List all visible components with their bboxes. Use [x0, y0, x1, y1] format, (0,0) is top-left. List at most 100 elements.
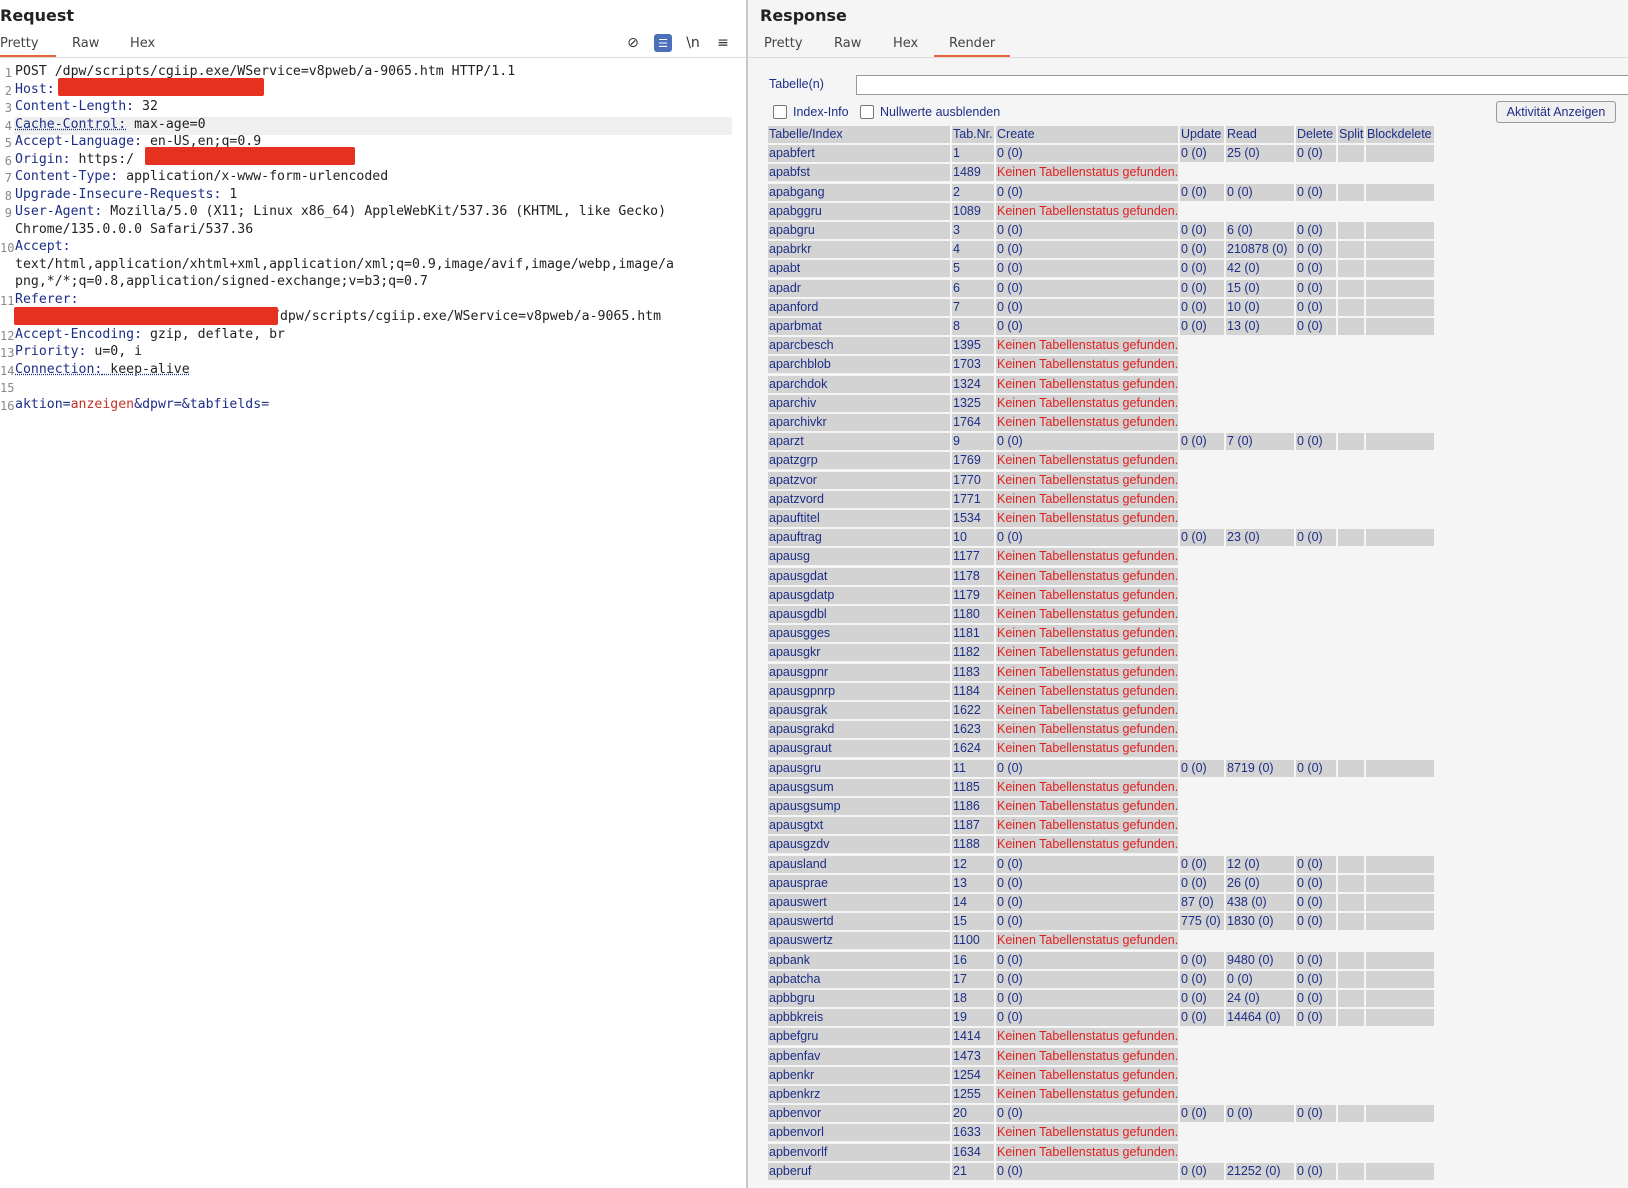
- split-cell: [1338, 894, 1364, 911]
- status-error-cell: Keinen Tabellenstatus gefunden.: [996, 932, 1178, 950]
- menu-icon[interactable]: ≡: [712, 32, 734, 54]
- param-separator: =: [173, 396, 182, 412]
- table-name-cell: apausgtxt: [768, 817, 950, 835]
- tab-nr-cell: 1489: [952, 164, 994, 182]
- table-input[interactable]: [856, 75, 1628, 95]
- status-error-cell: Keinen Tabellenstatus gefunden.: [996, 817, 1178, 835]
- index-info-checkbox[interactable]: [773, 105, 787, 119]
- status-error-cell: Keinen Tabellenstatus gefunden.: [996, 375, 1178, 393]
- tab-nr-cell: 14: [952, 894, 994, 911]
- table-name-cell: apabfst: [768, 164, 950, 182]
- read-cell: 210878 (0): [1226, 241, 1294, 259]
- tab-render[interactable]: Render: [949, 36, 995, 51]
- delete-cell: 0 (0): [1296, 913, 1336, 931]
- blockdelete-cell: [1366, 1162, 1434, 1180]
- tab-nr-cell: 1473: [952, 1047, 994, 1065]
- update-cell: 0 (0): [1180, 433, 1224, 451]
- tab-pretty[interactable]: Pretty: [764, 36, 803, 51]
- tab-hex[interactable]: Hex: [893, 36, 918, 51]
- blockdelete-cell: [1366, 222, 1434, 239]
- param-separator: =: [62, 396, 71, 412]
- status-error-cell: Keinen Tabellenstatus gefunden.: [996, 586, 1178, 604]
- table-name-cell: apabggru: [768, 202, 950, 220]
- tab-nr-cell: 1183: [952, 663, 994, 681]
- tab-hex[interactable]: Hex: [130, 36, 155, 51]
- delete-cell: 0 (0): [1296, 1162, 1336, 1180]
- table-name-cell: apausgraut: [768, 740, 950, 758]
- table-name-cell: apausgrak: [768, 702, 950, 719]
- table-name-cell: apabgang: [768, 183, 950, 201]
- status-error-cell: Keinen Tabellenstatus gefunden.: [996, 164, 1178, 182]
- delete-cell: 0 (0): [1296, 529, 1336, 547]
- table-name-cell: apausgsump: [768, 798, 950, 815]
- tab-nr-cell: 1089: [952, 202, 994, 220]
- delete-cell: 0 (0): [1296, 990, 1336, 1007]
- delete-cell: 0 (0): [1296, 298, 1336, 316]
- blockdelete-cell: [1366, 894, 1434, 911]
- tab-raw[interactable]: Raw: [72, 36, 99, 51]
- create-cell: 0 (0): [996, 529, 1178, 547]
- request-body: aktion=anzeigen&dpwr=&tabfields=: [15, 397, 269, 412]
- blockdelete-cell: [1366, 1009, 1434, 1027]
- delete-cell: 0 (0): [1296, 759, 1336, 777]
- table-name-cell: aparchdok: [768, 375, 950, 393]
- table-name-cell: apbenkr: [768, 1066, 950, 1084]
- status-error-cell: Keinen Tabellenstatus gefunden.: [996, 490, 1178, 508]
- tab-nr-cell: 1395: [952, 337, 994, 355]
- blockdelete-cell: [1366, 298, 1434, 316]
- nullwerte-checkbox[interactable]: [860, 105, 874, 119]
- table-name-cell: apauswert: [768, 894, 950, 911]
- code-line: Accept-Encoding: gzip, deflate, br: [15, 327, 285, 342]
- status-error-cell: Keinen Tabellenstatus gefunden.: [996, 452, 1178, 470]
- wrap-icon[interactable]: ☰: [654, 34, 672, 52]
- update-cell: 0 (0): [1180, 241, 1224, 259]
- code-line: Content-Type: application/x-www-form-url…: [15, 169, 388, 184]
- update-cell: 0 (0): [1180, 990, 1224, 1007]
- tab-nr-cell: 11: [952, 759, 994, 777]
- tab-nr-cell: 6: [952, 279, 994, 297]
- split-cell: [1338, 913, 1364, 931]
- table-name-cell: aparzt: [768, 433, 950, 451]
- create-cell: 0 (0): [996, 874, 1178, 892]
- redaction-box: [58, 78, 264, 96]
- tab-raw[interactable]: Raw: [834, 36, 861, 51]
- delete-cell: 0 (0): [1296, 222, 1336, 239]
- update-cell: 0 (0): [1180, 855, 1224, 873]
- code-line: Priority: u=0, i: [15, 344, 142, 359]
- line-number: 3: [4, 101, 12, 115]
- read-cell: 14464 (0): [1226, 1009, 1294, 1027]
- header-value: 1: [221, 186, 238, 202]
- table-name-cell: apabrkr: [768, 241, 950, 259]
- tab-nr-cell: 1: [952, 145, 994, 163]
- status-error-cell: Keinen Tabellenstatus gefunden.: [996, 682, 1178, 700]
- table-name-cell: aparchblob: [768, 356, 950, 374]
- header-key: Connection:: [15, 361, 103, 377]
- update-cell: 0 (0): [1180, 145, 1224, 163]
- table-name-cell: apbefgru: [768, 1028, 950, 1046]
- divider: [0, 57, 746, 58]
- line-number: 9: [4, 206, 12, 220]
- split-cell: [1338, 318, 1364, 335]
- delete-cell: 0 (0): [1296, 145, 1336, 163]
- delete-cell: 0 (0): [1296, 318, 1336, 335]
- aktivitaet-anzeigen-button[interactable]: Aktivität Anzeigen: [1496, 101, 1616, 123]
- tab-nr-cell: 1769: [952, 452, 994, 470]
- table-header: Blockdelete: [1366, 126, 1434, 143]
- blockdelete-cell: [1366, 145, 1434, 163]
- newline-icon[interactable]: \n: [682, 32, 704, 54]
- status-error-cell: Keinen Tabellenstatus gefunden.: [996, 1124, 1178, 1142]
- tab-pretty[interactable]: Pretty: [0, 36, 39, 51]
- tab-nr-cell: 1255: [952, 1086, 994, 1103]
- status-error-cell: Keinen Tabellenstatus gefunden.: [996, 1066, 1178, 1084]
- header-value: https:/: [70, 151, 135, 167]
- status-error-cell: Keinen Tabellenstatus gefunden.: [996, 337, 1178, 355]
- header-key: User-Agent:: [15, 204, 103, 219]
- eye-off-icon[interactable]: ⊘: [622, 32, 644, 54]
- read-cell: 12 (0): [1226, 855, 1294, 873]
- tab-nr-cell: 16: [952, 951, 994, 969]
- create-cell: 0 (0): [996, 1105, 1178, 1123]
- delete-cell: 0 (0): [1296, 874, 1336, 892]
- blockdelete-cell: [1366, 990, 1434, 1007]
- read-cell: 1830 (0): [1226, 913, 1294, 931]
- table-name-cell: apausgpnrp: [768, 682, 950, 700]
